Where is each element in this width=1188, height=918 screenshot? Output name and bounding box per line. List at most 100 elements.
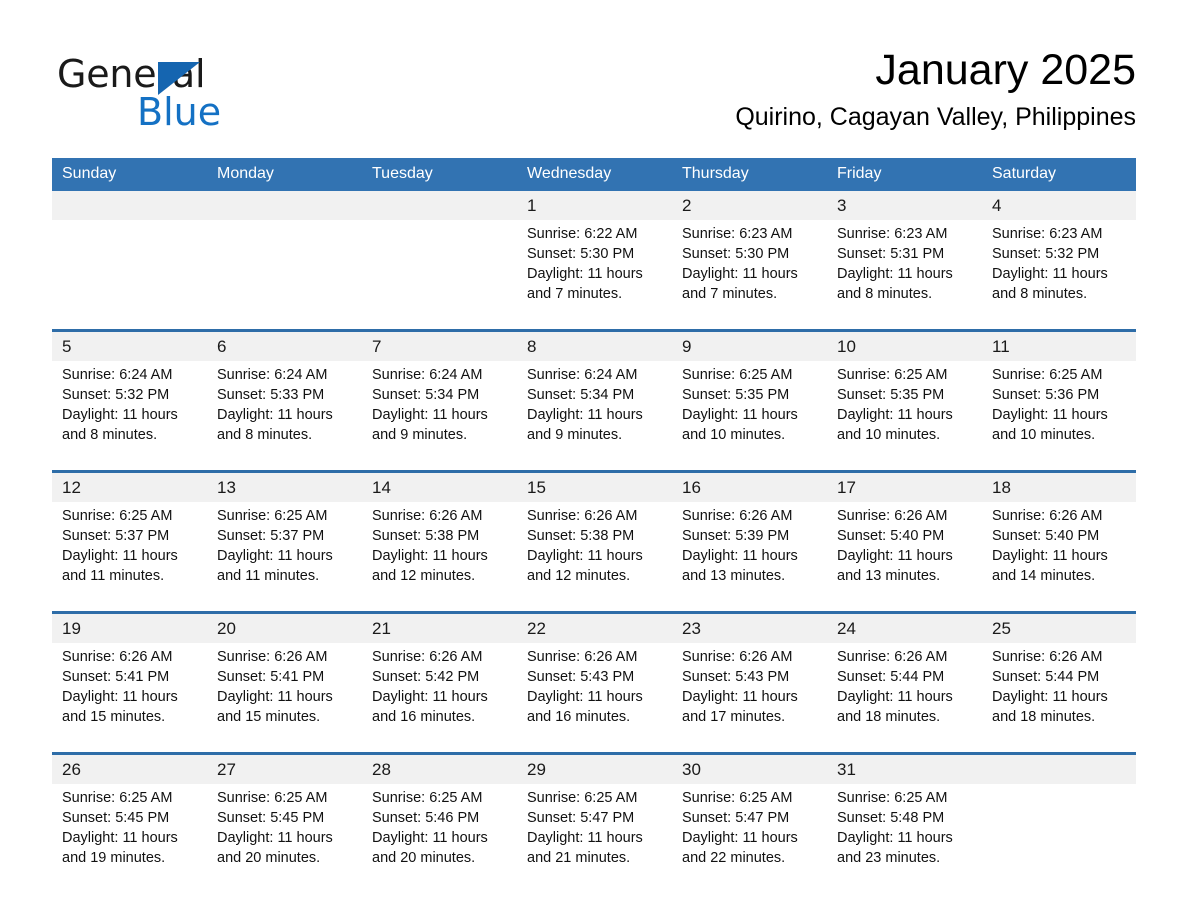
- daylight-text-line1: Daylight: 11 hours: [992, 689, 1108, 705]
- sunrise-text: Sunrise: 6:25 AM: [682, 790, 793, 806]
- week-spacer-cell: [52, 743, 1136, 752]
- day-number-cell[interactable]: 28: [362, 755, 517, 784]
- week-detail-row: Sunrise: 6:25 AM Sunset: 5:37 PM Daylight:…: [52, 502, 1136, 602]
- daylight-text-line2: and 8 minutes.: [837, 286, 933, 302]
- day-number-cell[interactable]: 5: [52, 332, 207, 361]
- day-number-cell[interactable]: 7: [362, 332, 517, 361]
- daylight-text-line2: and 16 minutes.: [372, 709, 476, 725]
- day-number-cell[interactable]: 8: [517, 332, 672, 361]
- day-number-cell[interactable]: 12: [52, 473, 207, 502]
- sunrise-text: Sunrise: 6:25 AM: [837, 790, 948, 806]
- sunrise-text: Sunrise: 6:23 AM: [837, 226, 948, 242]
- calendar-table: Sunday Monday Tuesday Wednesday Thursday…: [52, 158, 1136, 884]
- sunset-text: Sunset: 5:36 PM: [992, 387, 1100, 403]
- daylight-text-line2: and 18 minutes.: [992, 709, 1096, 725]
- daylight-text-line1: Daylight: 11 hours: [837, 548, 953, 564]
- sunset-text: Sunset: 5:41 PM: [217, 669, 325, 685]
- sunrise-text: Sunrise: 6:23 AM: [682, 226, 793, 242]
- day-number-cell[interactable]: 16: [672, 473, 827, 502]
- day-number-cell[interactable]: 24: [827, 614, 982, 643]
- day-number-cell[interactable]: 25: [982, 614, 1136, 643]
- sunrise-text: Sunrise: 6:24 AM: [217, 367, 328, 383]
- day-number-cell[interactable]: 27: [207, 755, 362, 784]
- sunset-text: Sunset: 5:37 PM: [62, 528, 170, 544]
- calendar-body: 1 2 3 4 Sunrise: 6:22 AM Sunset: 5:30 PM Dayli…: [52, 191, 1136, 884]
- week-spacer: [52, 743, 1136, 752]
- day-number-cell[interactable]: 13: [207, 473, 362, 502]
- day-detail-cell: Sunrise: 6:25 AM Sunset: 5:47 PM Daylight:…: [517, 784, 672, 884]
- weekday-header-friday: Friday: [827, 158, 982, 191]
- daylight-text-line1: Daylight: 11 hours: [682, 689, 798, 705]
- sunrise-text: Sunrise: 6:25 AM: [682, 367, 793, 383]
- sunset-text: Sunset: 5:32 PM: [992, 246, 1100, 262]
- daylight-text-line2: and 8 minutes.: [992, 286, 1088, 302]
- sunrise-text: Sunrise: 6:26 AM: [527, 649, 638, 665]
- day-number-cell-empty: [52, 191, 207, 220]
- daylight-text-line1: Daylight: 11 hours: [527, 548, 643, 564]
- daylight-text-line1: Daylight: 11 hours: [527, 830, 643, 846]
- week-detail-row: Sunrise: 6:26 AM Sunset: 5:41 PM Daylight:…: [52, 643, 1136, 743]
- day-detail-cell: Sunrise: 6:26 AM Sunset: 5:38 PM Daylight:…: [362, 502, 517, 602]
- sunset-text: Sunset: 5:30 PM: [682, 246, 790, 262]
- daylight-text-line2: and 22 minutes.: [682, 850, 786, 866]
- day-number-cell[interactable]: 17: [827, 473, 982, 502]
- day-detail-cell: Sunrise: 6:23 AM Sunset: 5:30 PM Daylight:…: [672, 220, 827, 320]
- day-number-cell[interactable]: 10: [827, 332, 982, 361]
- week-detail-row: Sunrise: 6:22 AM Sunset: 5:30 PM Daylight:…: [52, 220, 1136, 320]
- day-detail-cell: Sunrise: 6:23 AM Sunset: 5:32 PM Daylight:…: [982, 220, 1136, 320]
- day-number-cell[interactable]: 30: [672, 755, 827, 784]
- sunrise-text: Sunrise: 6:23 AM: [992, 226, 1103, 242]
- day-number-cell[interactable]: 23: [672, 614, 827, 643]
- week-daynumber-row: 12 13 14 15 16 17 18: [52, 473, 1136, 502]
- sunrise-text: Sunrise: 6:26 AM: [837, 508, 948, 524]
- daylight-text-line2: and 12 minutes.: [372, 568, 476, 584]
- daylight-text-line2: and 7 minutes.: [527, 286, 623, 302]
- daylight-text-line1: Daylight: 11 hours: [527, 407, 643, 423]
- daylight-text-line2: and 11 minutes.: [217, 568, 320, 584]
- daylight-text-line1: Daylight: 11 hours: [837, 830, 953, 846]
- daylight-text-line2: and 19 minutes.: [62, 850, 166, 866]
- day-detail-cell: Sunrise: 6:25 AM Sunset: 5:37 PM Daylight:…: [52, 502, 207, 602]
- general-blue-logo[interactable]: General Blue: [57, 52, 357, 134]
- daylight-text-line1: Daylight: 11 hours: [217, 830, 333, 846]
- day-number-cell[interactable]: 15: [517, 473, 672, 502]
- daylight-text-line2: and 20 minutes.: [372, 850, 476, 866]
- daylight-text-line1: Daylight: 11 hours: [527, 689, 643, 705]
- sunrise-text: Sunrise: 6:25 AM: [992, 367, 1103, 383]
- day-number-cell[interactable]: 26: [52, 755, 207, 784]
- brand-name-blue: Blue: [137, 90, 222, 134]
- week-daynumber-row: 1234: [52, 191, 1136, 220]
- day-number-cell[interactable]: 31: [827, 755, 982, 784]
- daylight-text-line1: Daylight: 11 hours: [372, 689, 488, 705]
- day-number-cell[interactable]: 21: [362, 614, 517, 643]
- day-number-cell[interactable]: 20: [207, 614, 362, 643]
- day-number-cell[interactable]: 11: [982, 332, 1136, 361]
- day-number-cell[interactable]: 22: [517, 614, 672, 643]
- sunrise-text: Sunrise: 6:26 AM: [527, 508, 638, 524]
- calendar-page: General Blue January 2025 Quirino, Cagay…: [0, 0, 1188, 918]
- day-number-cell[interactable]: 9: [672, 332, 827, 361]
- day-number-cell[interactable]: 3: [827, 191, 982, 220]
- day-detail-cell: Sunrise: 6:26 AM Sunset: 5:41 PM Daylight:…: [207, 643, 362, 743]
- daylight-text-line2: and 10 minutes.: [992, 427, 1096, 443]
- location-subtitle: Quirino, Cagayan Valley, Philippines: [735, 103, 1136, 131]
- day-number-cell[interactable]: 14: [362, 473, 517, 502]
- sunset-text: Sunset: 5:40 PM: [992, 528, 1100, 544]
- day-detail-cell: Sunrise: 6:25 AM Sunset: 5:37 PM Daylight:…: [207, 502, 362, 602]
- day-detail-cell: Sunrise: 6:26 AM Sunset: 5:44 PM Daylight:…: [827, 643, 982, 743]
- day-number-cell[interactable]: 29: [517, 755, 672, 784]
- day-number-cell[interactable]: 19: [52, 614, 207, 643]
- sunrise-text: Sunrise: 6:26 AM: [372, 649, 483, 665]
- day-number-cell[interactable]: 1: [517, 191, 672, 220]
- day-number-cell[interactable]: 2: [672, 191, 827, 220]
- day-detail-cell-empty: [207, 220, 362, 320]
- sunrise-text: Sunrise: 6:26 AM: [62, 649, 173, 665]
- day-number-cell[interactable]: 6: [207, 332, 362, 361]
- daylight-text-line1: Daylight: 11 hours: [372, 830, 488, 846]
- sunrise-text: Sunrise: 6:25 AM: [217, 508, 328, 524]
- daylight-text-line1: Daylight: 11 hours: [217, 689, 333, 705]
- sunset-text: Sunset: 5:47 PM: [527, 810, 635, 826]
- day-number-cell[interactable]: 4: [982, 191, 1136, 220]
- day-detail-cell: Sunrise: 6:25 AM Sunset: 5:36 PM Daylight:…: [982, 361, 1136, 461]
- day-number-cell[interactable]: 18: [982, 473, 1136, 502]
